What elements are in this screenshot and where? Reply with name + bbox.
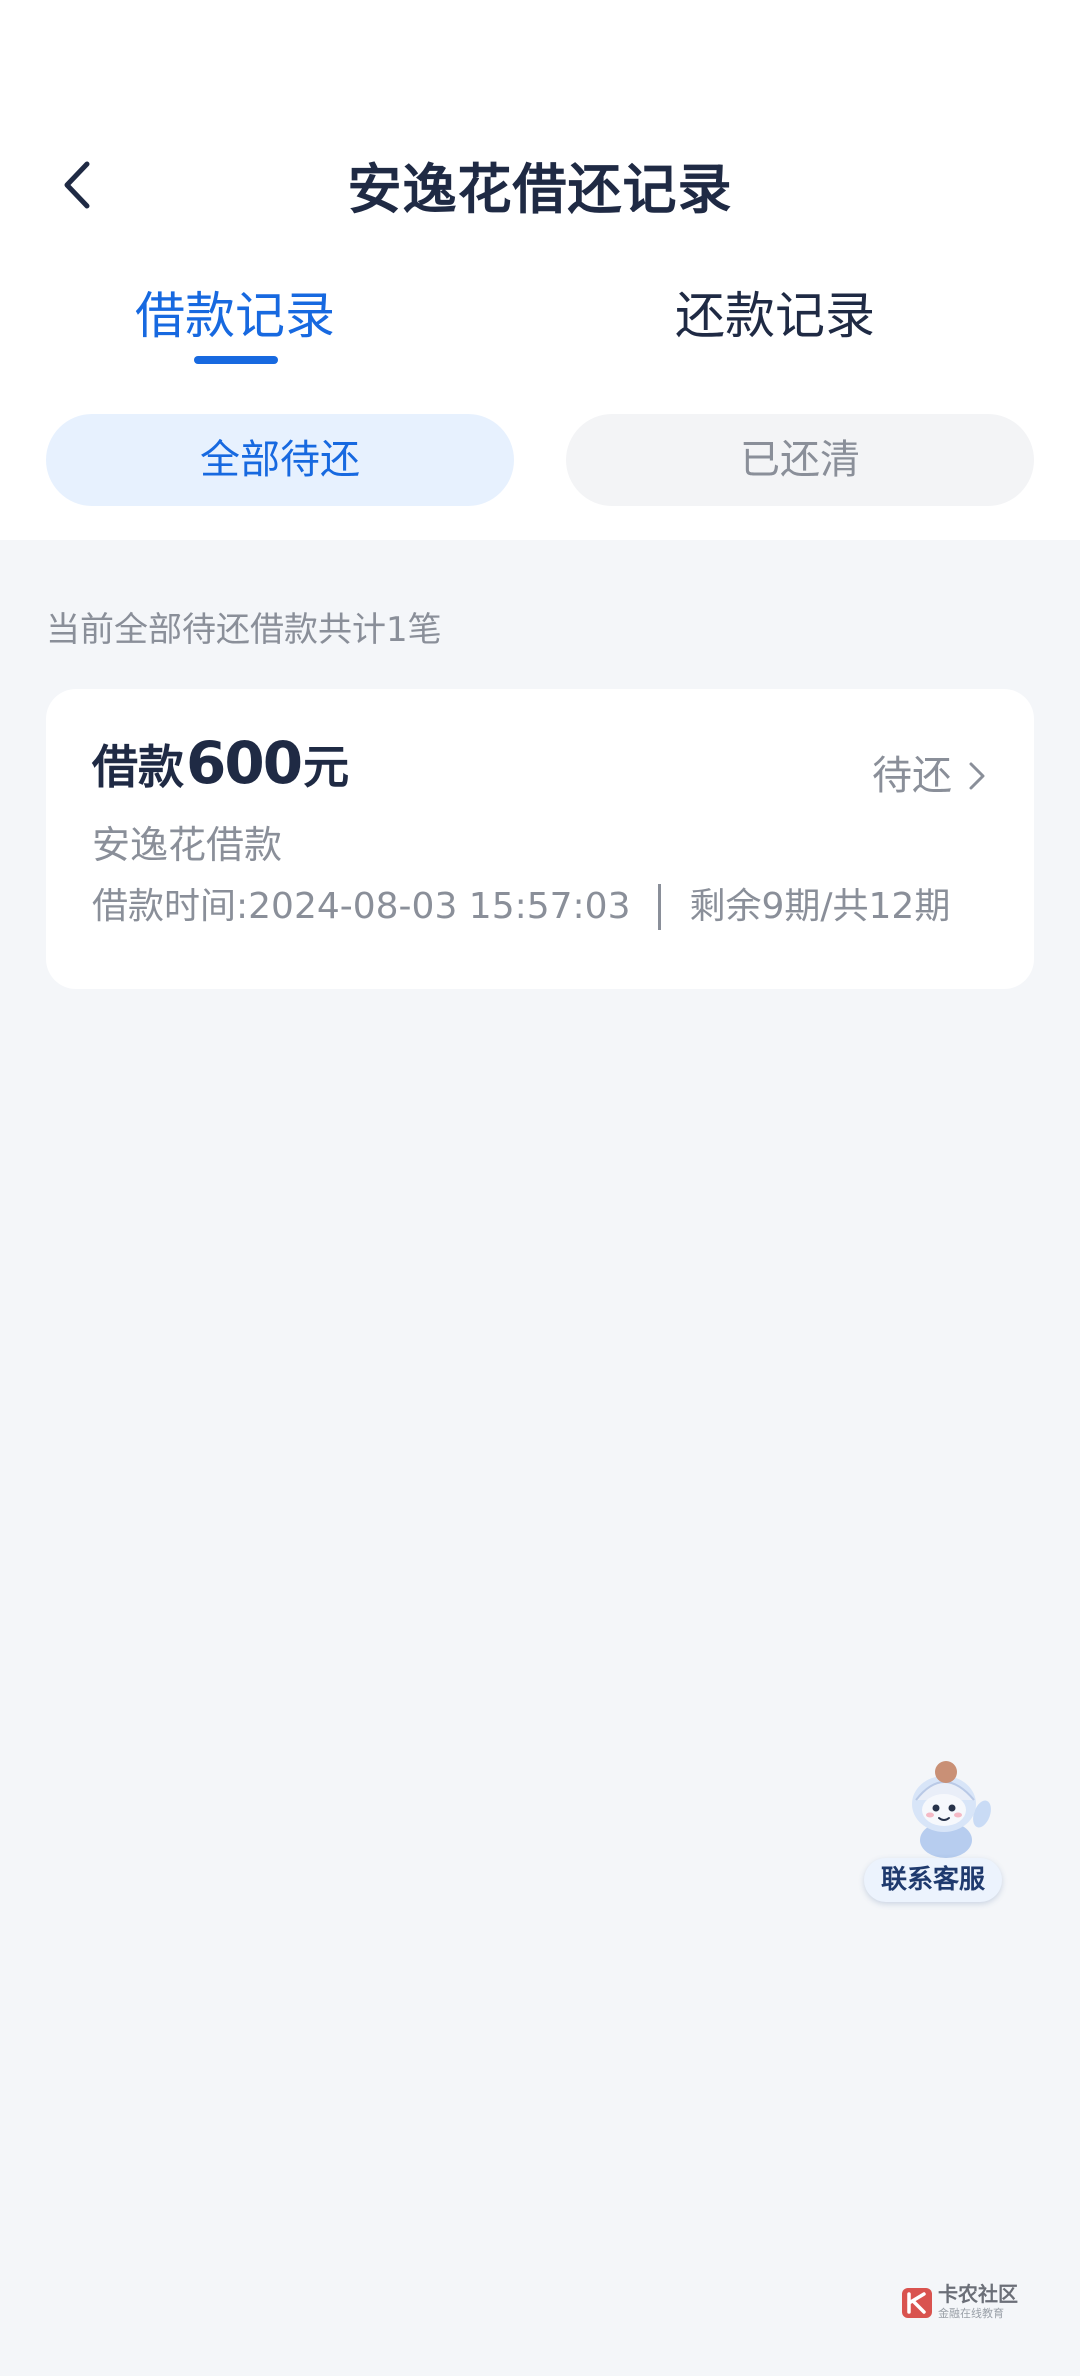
watermark-title: 卡农社区 [938,2282,1018,2306]
tab-repay-records[interactable]: 还款记录 [565,276,985,356]
customer-service-button[interactable]: 联系客服 [858,1752,1008,1902]
status-label: 待还 [872,753,952,799]
amount-unit: 元 [303,740,350,794]
filter-paid-off[interactable]: 已还清 [566,414,1034,506]
summary-text: 当前全部待还借款共计1笔 [46,610,442,650]
loan-time: 借款时间:2024-08-03 15:57:03 [92,886,631,927]
amount-prefix: 借款 [92,740,184,794]
filter-all-pending[interactable]: 全部待还 [46,414,514,506]
loan-status[interactable]: 待还 [872,751,988,801]
top-section: 安逸花借还记录 借款记录 还款记录 全部待还 已还清 [0,0,1080,540]
customer-service-label: 联系客服 [864,1858,1002,1902]
page-title: 安逸花借还记录 [347,158,733,221]
watermark-logo-icon [902,2288,932,2318]
active-tab-indicator [194,356,278,364]
detail-divider [658,884,662,930]
amount-value: 600 [186,729,303,797]
product-name: 安逸花借款 [92,823,283,867]
watermark-subtitle: 金融在线教育 [938,2307,1004,2320]
installments-info: 剩余9期/共12期 [689,886,951,927]
tab-borrow-records[interactable]: 借款记录 [25,276,445,356]
mascot-icon [912,1761,991,1858]
chevron-right-icon [969,762,985,790]
loan-amount: 借款 600 元 [92,729,349,803]
loan-details: 借款时间:2024-08-03 15:57:03 剩余9期/共12期 [92,879,950,935]
loan-card[interactable]: 借款 600 元 待还 安逸花借款 借款时间:2024-08-03 15:57:… [46,689,1034,989]
watermark: 卡农社区 金融在线教育 [900,2282,1040,2326]
